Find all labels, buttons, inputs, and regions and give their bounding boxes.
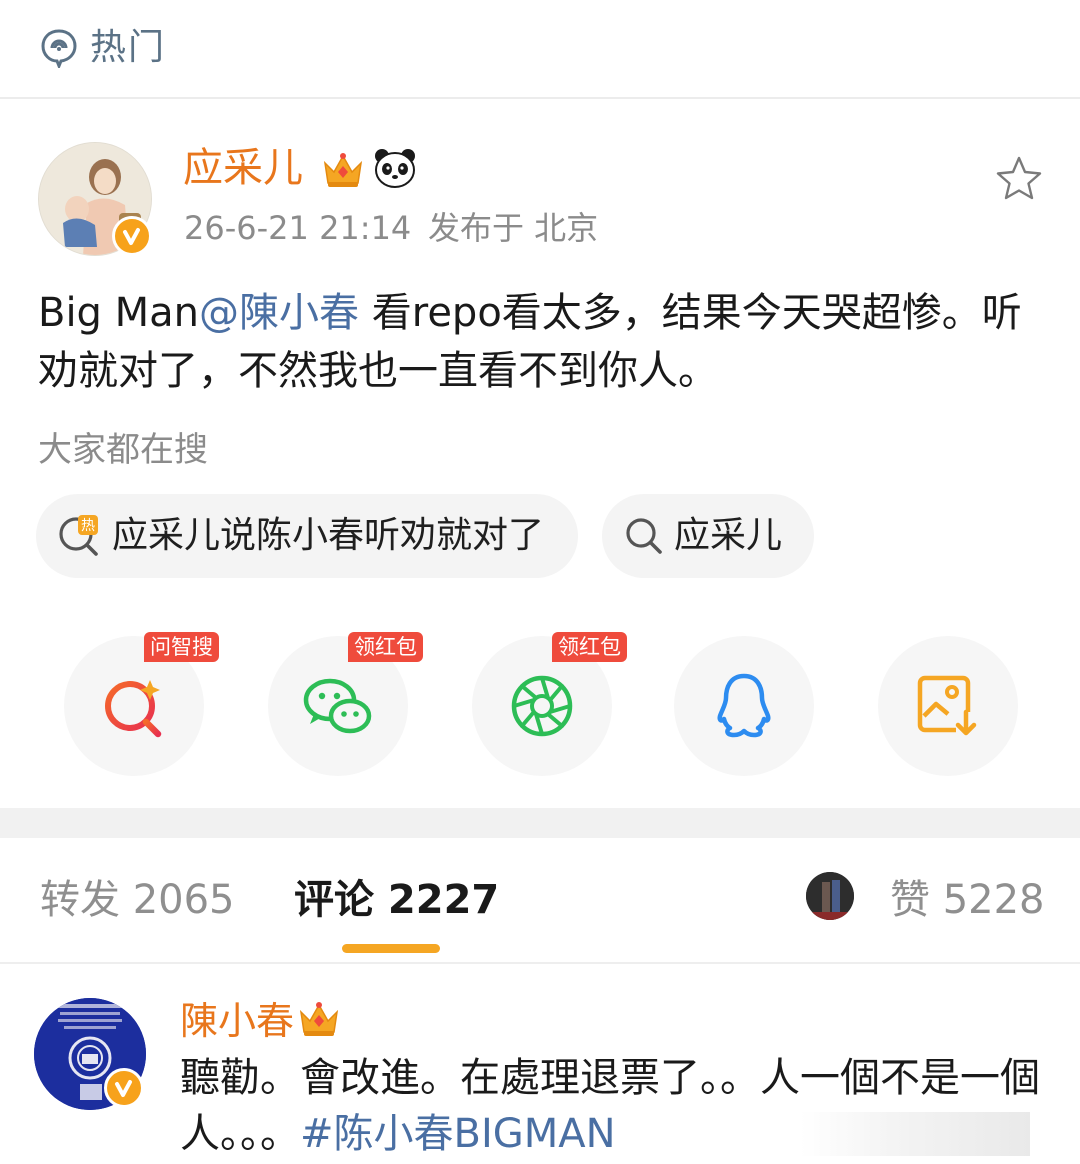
- liker-photo: [806, 872, 854, 920]
- post-timestamp: 26-6-21 21:14: [184, 209, 412, 247]
- search-chip-label: 应采儿: [674, 515, 783, 556]
- tab-comment[interactable]: 评论 2227: [294, 870, 499, 930]
- share-tag: 领红包: [552, 632, 627, 662]
- post-body: Big Man@陳小春 看repo看太多，结果今天哭超惨。听劝就对了，不然我也一…: [38, 284, 1048, 400]
- active-tab-indicator: [342, 944, 440, 953]
- share-ai-search-button[interactable]: 问智搜: [64, 632, 219, 776]
- crown-icon: [323, 153, 363, 187]
- blurred-overlay: [800, 1112, 1030, 1156]
- favorite-star-icon[interactable]: [993, 154, 1045, 204]
- mention-link[interactable]: @陳小春: [199, 290, 359, 336]
- moments-icon: [511, 675, 573, 737]
- top-header: 热门: [0, 0, 1080, 99]
- save-image-icon: [917, 675, 978, 738]
- comment-hashtag-link[interactable]: #陈小春BIGMAN: [300, 1111, 616, 1157]
- svg-text:热: 热: [81, 518, 95, 534]
- share-tag: 领红包: [348, 632, 423, 662]
- post-location: 发布于 北京: [428, 209, 599, 247]
- verified-badge-icon: [104, 1068, 144, 1108]
- header-divider: [0, 97, 1080, 99]
- ai-search-icon: [105, 680, 162, 738]
- search-icon: [626, 518, 662, 554]
- share-tag: 问智搜: [144, 632, 219, 662]
- qq-icon: [717, 673, 771, 738]
- liker-avatar[interactable]: [806, 872, 854, 920]
- tabs-divider: [0, 962, 1080, 964]
- crown-icon: [299, 1002, 339, 1036]
- search-chip-hot[interactable]: 热 应采儿说陈小春听劝就对了: [36, 494, 578, 578]
- wechat-icon: [303, 678, 372, 734]
- hot-search-icon: 热: [59, 515, 98, 556]
- section-divider: [0, 808, 1080, 838]
- header-title: 热门: [90, 27, 167, 68]
- trending-search-title: 大家都在搜: [38, 430, 208, 470]
- panda-icon: [375, 149, 415, 188]
- post-body-prefix: Big Man: [38, 290, 200, 336]
- share-save-image-button[interactable]: [878, 636, 1018, 776]
- search-chip-name[interactable]: 应采儿: [602, 494, 814, 578]
- share-moments-button[interactable]: 领红包: [472, 632, 627, 776]
- author-name[interactable]: 应采儿: [183, 140, 303, 196]
- tab-repost[interactable]: 转发 2065: [40, 870, 235, 930]
- tab-like[interactable]: 赞 5228: [890, 870, 1045, 930]
- share-wechat-button[interactable]: 领红包: [268, 632, 423, 776]
- hot-topic-icon: [41, 29, 77, 68]
- commenter-name[interactable]: 陳小春: [180, 994, 294, 1048]
- share-qq-button[interactable]: [674, 636, 814, 776]
- verified-badge-icon: [112, 216, 152, 256]
- search-chip-label: 应采儿说陈小春听劝就对了: [112, 515, 545, 556]
